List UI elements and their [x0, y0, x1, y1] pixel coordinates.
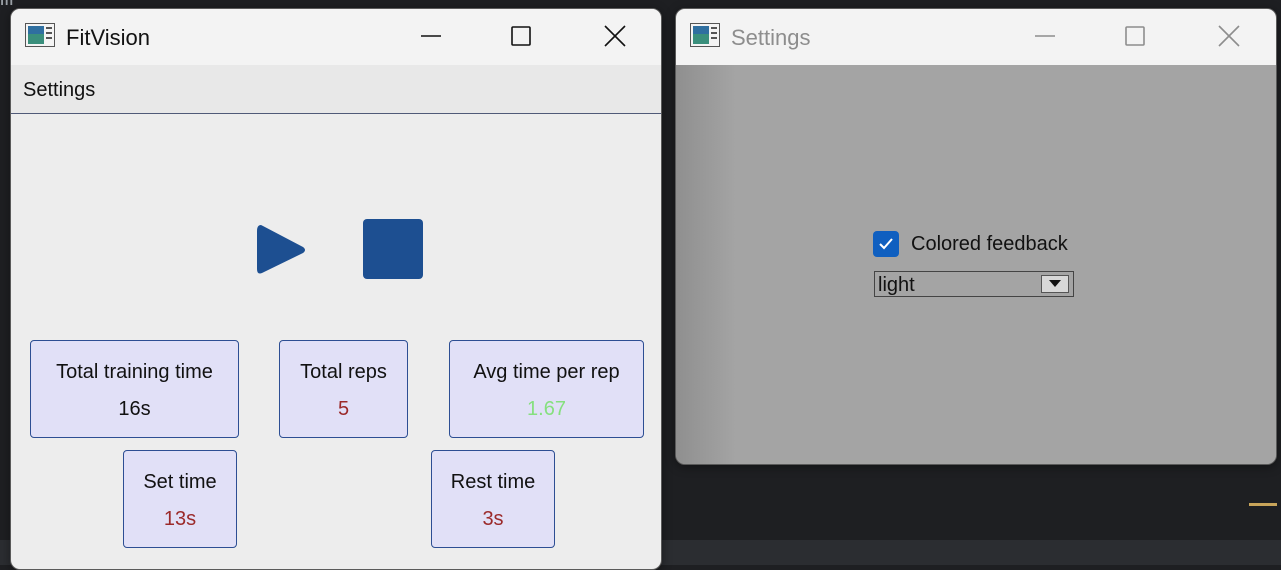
settings-window: Settings Colored feedback light [675, 8, 1277, 465]
settings-body [676, 65, 1276, 464]
menu-settings[interactable]: Settings [23, 79, 95, 102]
close-button[interactable] [1209, 21, 1249, 51]
stat-label: Set time [143, 471, 217, 493]
window-title: FitVision [66, 25, 150, 50]
stat-value: 13s [163, 508, 197, 530]
maximize-button[interactable] [1115, 21, 1155, 51]
fitvision-window: FitVision Settings Total training time 1… [10, 8, 662, 570]
dropdown-button[interactable] [1041, 275, 1069, 293]
maximize-icon [511, 26, 531, 46]
stat-value: 3s [482, 508, 504, 530]
stat-card-total-reps: Total reps 5 [279, 340, 408, 438]
app-icon [690, 23, 720, 47]
close-button[interactable] [595, 21, 635, 51]
stat-label: Avg time per rep [473, 361, 620, 383]
close-icon [604, 25, 626, 47]
background-editor-accent [1249, 503, 1277, 506]
minimize-icon [421, 35, 441, 37]
stat-value: 1.67 [527, 398, 566, 420]
stat-value: 5 [337, 398, 350, 420]
maximize-icon [1125, 26, 1145, 46]
menu-bar: Settings [11, 65, 661, 114]
play-button[interactable] [255, 221, 307, 279]
dropdown-arrow-icon [1049, 280, 1061, 287]
stat-label: Total training time [56, 361, 213, 383]
app-icon [25, 23, 55, 47]
theme-select[interactable]: light [874, 271, 1074, 297]
stat-value: 16s [118, 398, 151, 420]
stat-label: Rest time [450, 471, 536, 493]
minimize-icon [1035, 35, 1055, 37]
stat-label: Total reps [300, 361, 387, 383]
stat-card-total-training-time: Total training time 16s [30, 340, 239, 438]
minimize-button[interactable] [1025, 21, 1065, 51]
window-title: Settings [731, 25, 811, 50]
minimize-button[interactable] [411, 21, 451, 51]
colored-feedback-checkbox[interactable] [873, 231, 899, 257]
settings-titlebar[interactable]: Settings [676, 9, 1276, 65]
stat-card-set-time: Set time 13s [123, 450, 237, 548]
stat-card-avg-time-per-rep: Avg time per rep 1.67 [449, 340, 644, 438]
stop-button[interactable] [363, 219, 423, 279]
colored-feedback-label: Colored feedback [911, 233, 1068, 255]
maximize-button[interactable] [501, 21, 541, 51]
checkmark-icon [879, 238, 893, 250]
theme-select-value: light [878, 274, 915, 296]
close-icon [1218, 25, 1240, 47]
main-titlebar[interactable]: FitVision [11, 9, 661, 65]
stat-card-rest-time: Rest time 3s [431, 450, 555, 548]
play-icon [257, 225, 305, 274]
